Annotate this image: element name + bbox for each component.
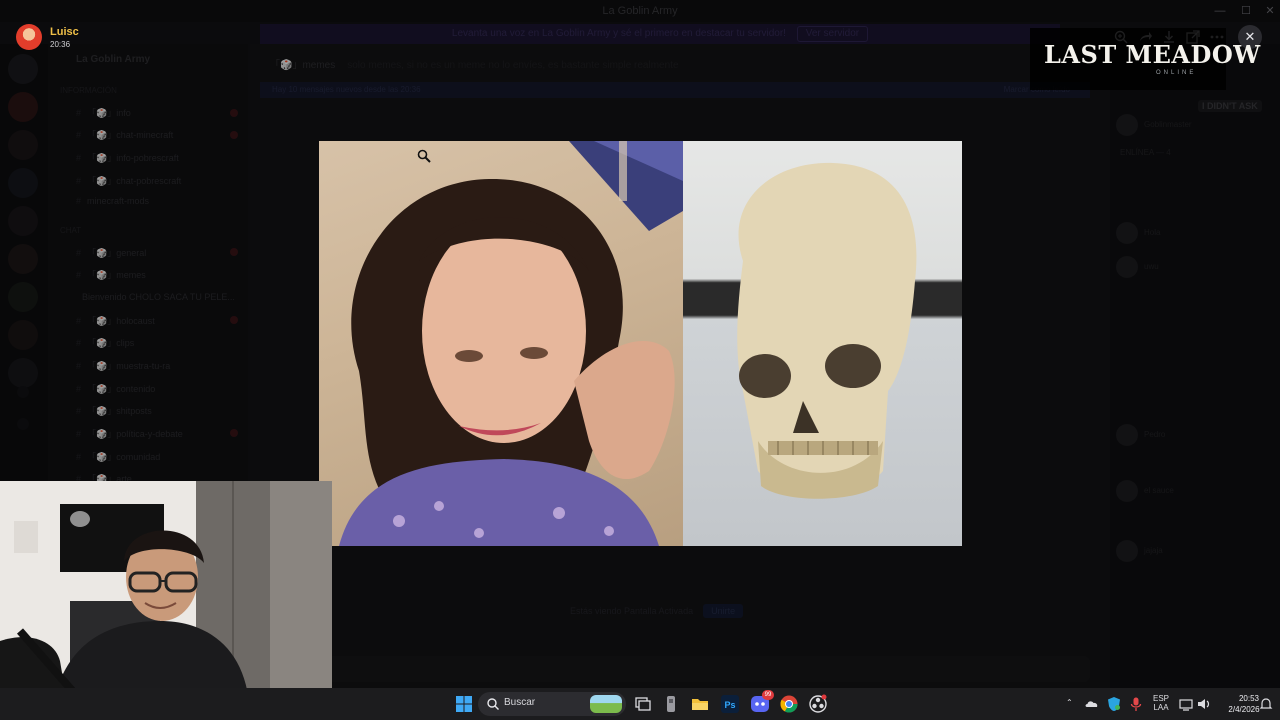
language-code: ESP (1152, 694, 1169, 703)
search-icon (487, 698, 499, 710)
photoshop-icon[interactable]: Ps (720, 694, 740, 714)
svg-text:Ps: Ps (724, 700, 735, 710)
app-icon[interactable] (661, 694, 681, 714)
task-view-icon[interactable] (633, 694, 653, 714)
woman-illustration (339, 141, 683, 546)
avatar[interactable] (16, 24, 42, 50)
discord-badge: 99 (762, 690, 774, 700)
logo-title: LAST MEADOW (1044, 40, 1261, 69)
webcam-feed (0, 481, 332, 720)
screen: La Goblin Army — ☐ ✕ Levanta una voz en … (0, 0, 1280, 720)
taskbar: Buscar Ps 99 ⌃ ESP LAA 20:53 2/4/2026 (0, 688, 1280, 720)
photo-skull (683, 141, 962, 546)
keyboard-layout: LAA (1153, 703, 1169, 712)
language-indicator[interactable]: ESP LAA (1150, 694, 1172, 712)
tray-overflow-icon[interactable]: ⌃ (1066, 698, 1073, 707)
file-explorer-icon[interactable] (690, 694, 710, 714)
skull-illustration (737, 162, 917, 499)
taskbar-search[interactable]: Buscar (478, 692, 626, 716)
onedrive-icon[interactable] (1084, 696, 1100, 712)
media-viewer-image[interactable] (319, 141, 962, 546)
search-highlight-image (590, 695, 622, 713)
volume-icon[interactable] (1196, 696, 1212, 712)
webcam-illustration (0, 481, 332, 720)
windows-start-icon[interactable] (454, 694, 474, 714)
post-time: 20:36 (50, 40, 71, 49)
microphone-icon[interactable] (1128, 696, 1144, 712)
logo-subtitle: ONLINE (1156, 70, 1197, 76)
author-name[interactable]: Luisc (50, 26, 79, 38)
obs-icon[interactable] (808, 694, 828, 714)
defender-icon[interactable] (1106, 696, 1122, 712)
photo-woman (319, 141, 683, 546)
network-icon[interactable] (1178, 696, 1194, 712)
stream-logo: LAST MEADOW ONLINE (1030, 28, 1260, 90)
notification-icon[interactable] (1258, 696, 1274, 712)
zoom-cursor-icon (417, 149, 431, 163)
chrome-icon[interactable] (779, 694, 799, 714)
search-placeholder: Buscar (504, 697, 536, 708)
